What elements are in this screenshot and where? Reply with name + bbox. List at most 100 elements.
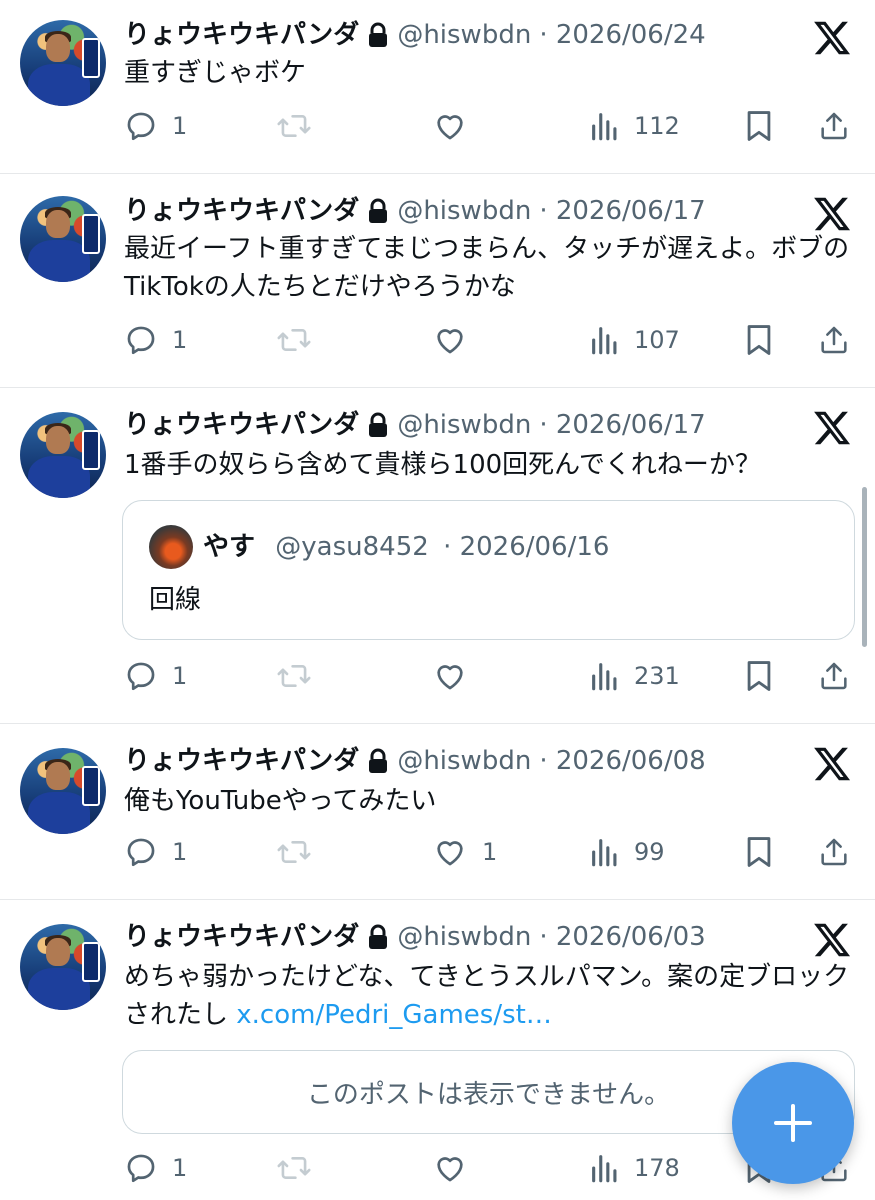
quote-date[interactable]: · 2026/06/16 (443, 532, 609, 562)
tweet-text: めちゃ弱かったけどな、てきとうスルパマン。案の定ブロックされたし x.com/P… (124, 958, 853, 1034)
lock-icon (367, 198, 389, 224)
share-icon (818, 835, 850, 869)
bookmark-button[interactable] (744, 654, 774, 698)
tweet[interactable]: りょウキウキパンダ @hiswbdn · 2026/06/17 1番手の奴らら含… (0, 388, 875, 724)
views-button[interactable]: 99 (590, 830, 665, 874)
reply-icon (124, 109, 158, 143)
author-handle[interactable]: @hiswbdn (397, 410, 531, 440)
share-button[interactable] (818, 830, 850, 874)
views-button[interactable]: 231 (590, 654, 680, 698)
author-name[interactable]: りょウキウキパンダ (124, 20, 359, 50)
heart-icon (432, 835, 468, 869)
author-name[interactable]: りょウキウキパンダ (124, 746, 359, 776)
like-button[interactable] (432, 104, 482, 148)
heart-icon (432, 1151, 468, 1185)
tweet-date[interactable]: · 2026/06/08 (539, 746, 705, 776)
bookmark-button[interactable] (744, 104, 774, 148)
avatar[interactable] (20, 412, 106, 498)
author-handle[interactable]: @hiswbdn (397, 922, 531, 952)
share-button[interactable] (818, 654, 850, 698)
share-button[interactable] (818, 318, 850, 362)
plus-icon (774, 1104, 812, 1142)
bookmark-icon (744, 109, 774, 143)
quote-author-handle[interactable]: @yasu8452 (275, 532, 429, 562)
tweet-header: りょウキウキパンダ @hiswbdn · 2026/06/24 (124, 20, 706, 50)
reply-button[interactable]: 1 (124, 830, 187, 874)
author-handle[interactable]: @hiswbdn (397, 196, 531, 226)
views-button[interactable]: 107 (590, 318, 680, 362)
compose-button[interactable] (732, 1062, 854, 1184)
reply-button[interactable]: 1 (124, 654, 187, 698)
tweet-link[interactable]: x.com/Pedri_Games/st… (236, 1000, 552, 1030)
lock-icon (367, 748, 389, 774)
tweet-date[interactable]: · 2026/06/17 (539, 196, 705, 226)
views-count: 231 (634, 662, 680, 690)
tweet-actions: 1 112 (0, 104, 875, 148)
author-name[interactable]: りょウキウキパンダ (124, 410, 359, 440)
tweet-header: りょウキウキパンダ @hiswbdn · 2026/06/08 (124, 746, 706, 776)
retweet-button[interactable] (276, 654, 326, 698)
like-button[interactable] (432, 1146, 482, 1190)
quote-author-name[interactable]: やす (203, 532, 255, 562)
retweet-button[interactable] (276, 104, 326, 148)
lock-icon (367, 924, 389, 950)
bookmark-button[interactable] (744, 318, 774, 362)
tweet[interactable]: りょウキウキパンダ @hiswbdn · 2026/06/08 俺もYouTub… (0, 724, 875, 900)
reply-count: 1 (172, 112, 188, 140)
views-count: 107 (634, 326, 680, 354)
tweet-text: 1番手の奴らら含めて貴様ら100回死んでくれねーか？ (124, 450, 761, 480)
tweet-date[interactable]: · 2026/06/17 (539, 410, 705, 440)
tweet-header: りょウキウキパンダ @hiswbdn · 2026/06/17 (124, 410, 706, 440)
reply-button[interactable]: 1 (124, 318, 187, 362)
tweet-date[interactable]: · 2026/06/24 (539, 20, 705, 50)
retweet-button[interactable] (276, 1146, 326, 1190)
like-button[interactable] (432, 318, 482, 362)
tweet-date[interactable]: · 2026/06/03 (539, 922, 705, 952)
reply-button[interactable]: 1 (124, 1146, 187, 1190)
reply-icon (124, 323, 158, 357)
quote-header: やす @yasu8452 · 2026/06/16 (203, 532, 609, 562)
tweet[interactable]: りょウキウキパンダ @hiswbdn · 2026/06/17 最近イーフト重す… (0, 174, 875, 388)
like-button[interactable] (432, 654, 482, 698)
heart-icon (432, 659, 468, 693)
retweet-icon (276, 835, 312, 869)
retweet-icon (276, 659, 312, 693)
bookmark-button[interactable] (744, 830, 774, 874)
reply-icon (124, 835, 158, 869)
views-icon (590, 109, 620, 143)
views-button[interactable]: 112 (590, 104, 680, 148)
author-handle[interactable]: @hiswbdn (397, 20, 531, 50)
views-icon (590, 659, 620, 693)
x-logo-icon (814, 923, 851, 957)
avatar[interactable] (20, 196, 106, 282)
tweet[interactable]: りょウキウキパンダ @hiswbdn · 2026/06/24 重すぎじゃボケ … (0, 0, 875, 174)
reply-button[interactable]: 1 (124, 104, 187, 148)
views-button[interactable]: 178 (590, 1146, 680, 1190)
author-handle[interactable]: @hiswbdn (397, 746, 531, 776)
quote-tweet[interactable]: やす @yasu8452 · 2026/06/16 回線 (122, 500, 855, 640)
avatar[interactable] (20, 748, 106, 834)
like-button[interactable]: 1 (432, 830, 497, 874)
author-name[interactable]: りょウキウキパンダ (124, 196, 359, 226)
views-icon (590, 1151, 620, 1185)
quote-avatar[interactable] (149, 525, 193, 569)
reply-count: 1 (172, 838, 188, 866)
views-count: 99 (634, 838, 665, 866)
views-count: 178 (634, 1154, 680, 1182)
avatar[interactable] (20, 20, 106, 106)
retweet-button[interactable] (276, 318, 326, 362)
author-name[interactable]: りょウキウキパンダ (124, 922, 359, 952)
views-count: 112 (634, 112, 680, 140)
x-logo-icon (814, 411, 851, 445)
quote-text: 回線 (149, 585, 202, 615)
retweet-button[interactable] (276, 830, 326, 874)
share-icon (818, 109, 850, 143)
x-logo-icon (814, 197, 851, 231)
avatar[interactable] (20, 924, 106, 1010)
reply-icon (124, 659, 158, 693)
scrollbar[interactable] (862, 487, 867, 647)
tweet-header: りょウキウキパンダ @hiswbdn · 2026/06/03 (124, 922, 706, 952)
share-button[interactable] (818, 104, 850, 148)
reply-count: 1 (172, 326, 188, 354)
reply-count: 1 (172, 662, 188, 690)
